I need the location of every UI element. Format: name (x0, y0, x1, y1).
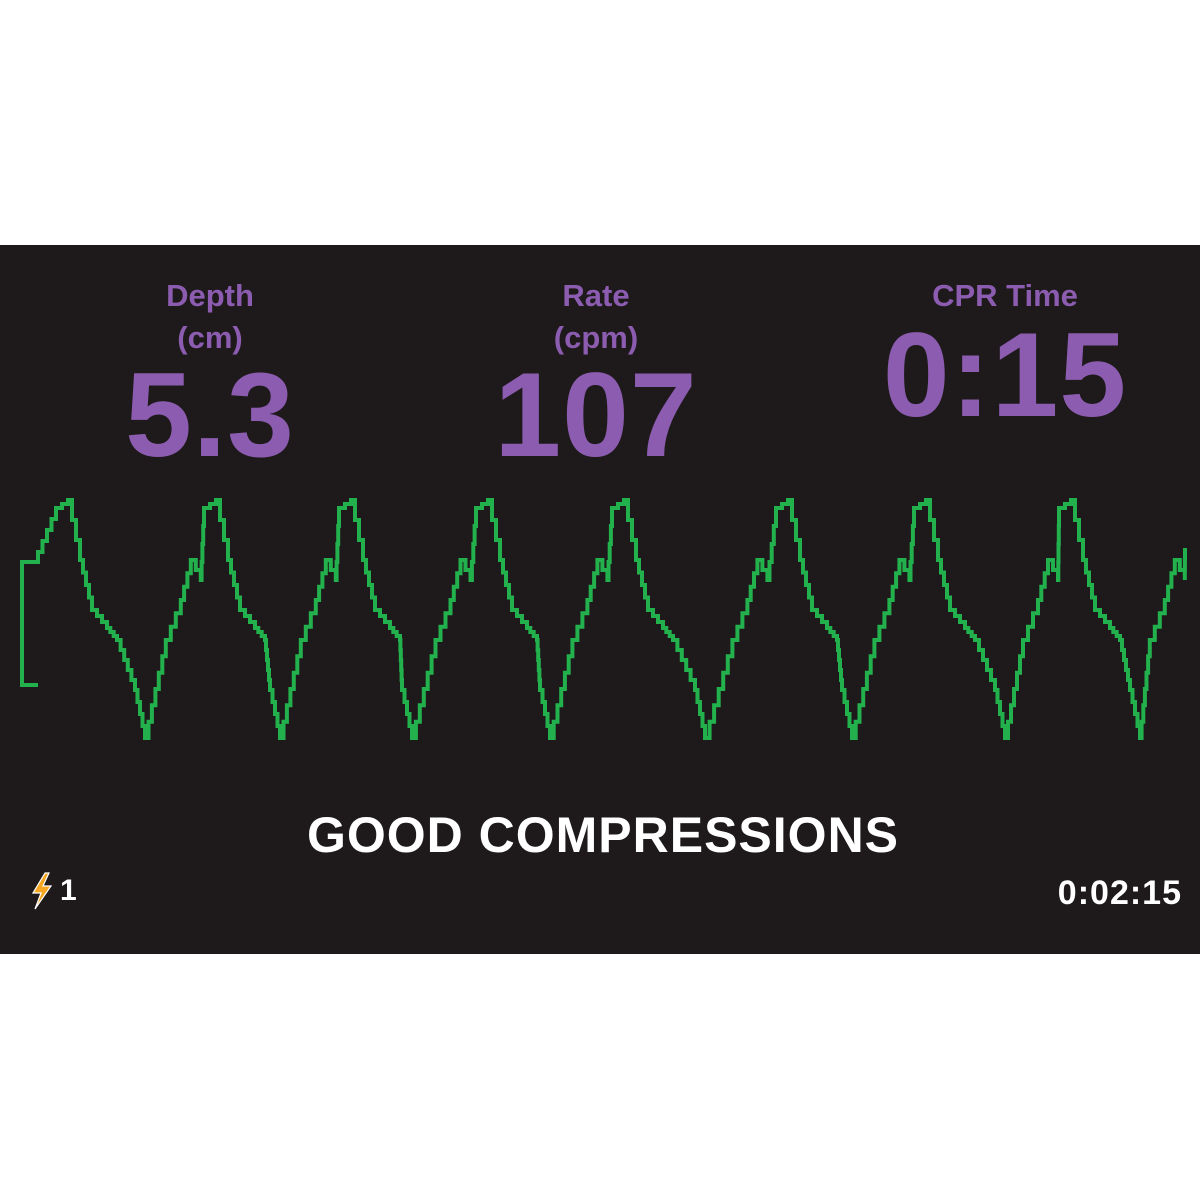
cpr-time-metric: CPR Time 0:15 (845, 275, 1165, 435)
cpr-monitor-screen: Depth (cm) 5.3 Rate (cpm) 107 CPR Time 0… (0, 245, 1200, 954)
depth-label: Depth (cm) (166, 278, 254, 355)
status-message: GOOD COMPRESSIONS (306, 807, 900, 863)
shock-counter: 1 (30, 871, 77, 911)
depth-metric: Depth (cm) 5.3 (50, 275, 370, 475)
compression-waveform (20, 498, 1187, 740)
rate-value: 107 (494, 348, 698, 482)
elapsed-time: 0:02:15 (1057, 874, 1182, 912)
waveform-trace (20, 498, 1187, 740)
rate-metric: Rate (cpm) 107 (436, 275, 756, 475)
cpr-time-value: 0:15 (882, 308, 1128, 442)
lightning-icon (31, 872, 53, 910)
depth-value: 5.3 (125, 348, 295, 482)
rate-label: Rate (cpm) (553, 278, 639, 355)
shock-count: 1 (60, 874, 77, 907)
